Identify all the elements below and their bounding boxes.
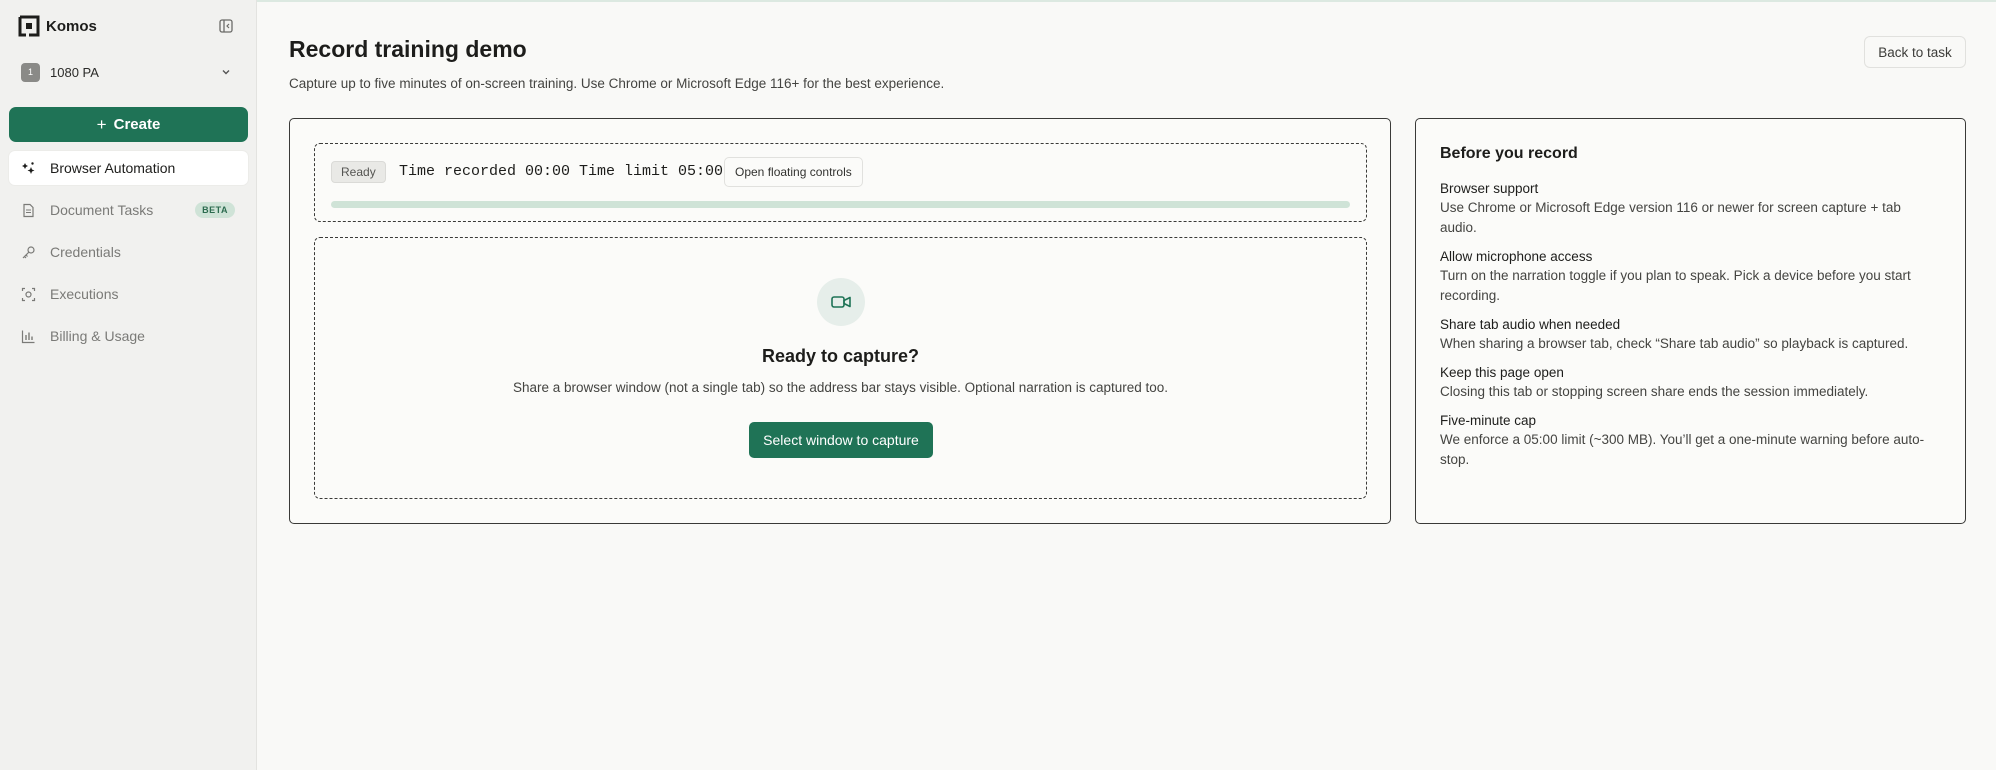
tip-item: Share tab audio when needed When sharing… (1440, 315, 1941, 354)
komos-logo-icon (18, 15, 40, 37)
app-name: Komos (46, 17, 97, 35)
tip-item: Keep this page open Closing this tab or … (1440, 363, 1941, 402)
tip-body: Turn on the narration toggle if you plan… (1440, 268, 1911, 303)
open-floating-controls-button[interactable]: Open floating controls (724, 157, 863, 187)
camera-badge (817, 278, 865, 326)
document-icon (21, 203, 36, 218)
sidebar-item-label: Billing & Usage (50, 328, 145, 344)
sidebar-toggle-icon (219, 19, 233, 33)
top-accent-line (0, 0, 1996, 2)
recording-progress-bar (331, 201, 1350, 208)
sidebar-item-document-tasks[interactable]: Document Tasks BETA (9, 193, 248, 227)
tip-item: Five-minute cap We enforce a 05:00 limit… (1440, 411, 1941, 470)
automation-icon (21, 161, 36, 176)
tip-heading: Allow microphone access (1440, 249, 1593, 264)
tip-item: Allow microphone access Turn on the narr… (1440, 247, 1941, 306)
capture-description: Share a browser window (not a single tab… (512, 380, 1169, 395)
tip-body: When sharing a browser tab, check “Share… (1440, 336, 1909, 351)
collapse-sidebar-button[interactable] (209, 13, 243, 39)
video-camera-icon (830, 291, 852, 313)
create-button[interactable]: + Create (9, 107, 248, 142)
sidebar-nav: Browser Automation Document Tasks BETA C… (9, 151, 248, 361)
sidebar-item-credentials[interactable]: Credentials (9, 235, 248, 269)
capture-dropzone: Ready to capture? Share a browser window… (314, 237, 1367, 499)
sidebar-item-label: Executions (50, 286, 119, 302)
tip-body: Use Chrome or Microsoft Edge version 116… (1440, 200, 1901, 235)
sidebar-item-label: Browser Automation (50, 160, 176, 176)
chart-icon (21, 329, 36, 344)
back-to-task-button[interactable]: Back to task (1864, 36, 1966, 68)
select-window-button[interactable]: Select window to capture (749, 422, 933, 458)
brand[interactable]: Komos (18, 14, 97, 38)
org-selector[interactable]: 1 1080 PA (10, 56, 246, 88)
beta-badge: BETA (195, 202, 235, 218)
sidebar: Komos 1 1080 PA + Create Browser Automat… (0, 0, 257, 770)
tip-item: Browser support Use Chrome or Microsoft … (1440, 179, 1941, 238)
tip-body: Closing this tab or stopping screen shar… (1440, 384, 1869, 399)
create-label: Create (113, 116, 161, 133)
chevron-down-icon (220, 65, 232, 83)
sidebar-item-label: Credentials (50, 244, 121, 260)
capture-title: Ready to capture? (761, 346, 920, 366)
timer-readout: Time recorded 00:00 Time limit 05:00 (399, 163, 724, 180)
key-icon (21, 245, 36, 260)
tip-heading: Five-minute cap (1440, 413, 1537, 428)
page-title: Record training demo (289, 36, 527, 62)
tip-heading: Share tab audio when needed (1440, 317, 1621, 332)
sidebar-item-label: Document Tasks (50, 202, 154, 218)
sidebar-item-billing-usage[interactable]: Billing & Usage (9, 319, 248, 353)
before-you-record-panel: Before you record Browser support Use Ch… (1415, 118, 1966, 524)
recording-status-panel: Ready Time recorded 00:00 Time limit 05:… (314, 143, 1367, 222)
plus-icon: + (96, 115, 107, 134)
tip-heading: Keep this page open (1440, 365, 1564, 380)
tips-title: Before you record (1440, 145, 1578, 162)
status-badge: Ready (331, 161, 386, 183)
sidebar-item-browser-automation[interactable]: Browser Automation (9, 151, 248, 185)
recorder-card: Ready Time recorded 00:00 Time limit 05:… (289, 118, 1391, 524)
tip-heading: Browser support (1440, 181, 1539, 196)
sidebar-item-executions[interactable]: Executions (9, 277, 248, 311)
org-name: 1080 PA (50, 64, 99, 80)
org-avatar: 1 (21, 62, 40, 82)
tip-body: We enforce a 05:00 limit (~300 MB). You’… (1440, 432, 1925, 467)
page-subtitle: Capture up to five minutes of on-screen … (289, 76, 945, 91)
executions-icon (21, 287, 36, 302)
